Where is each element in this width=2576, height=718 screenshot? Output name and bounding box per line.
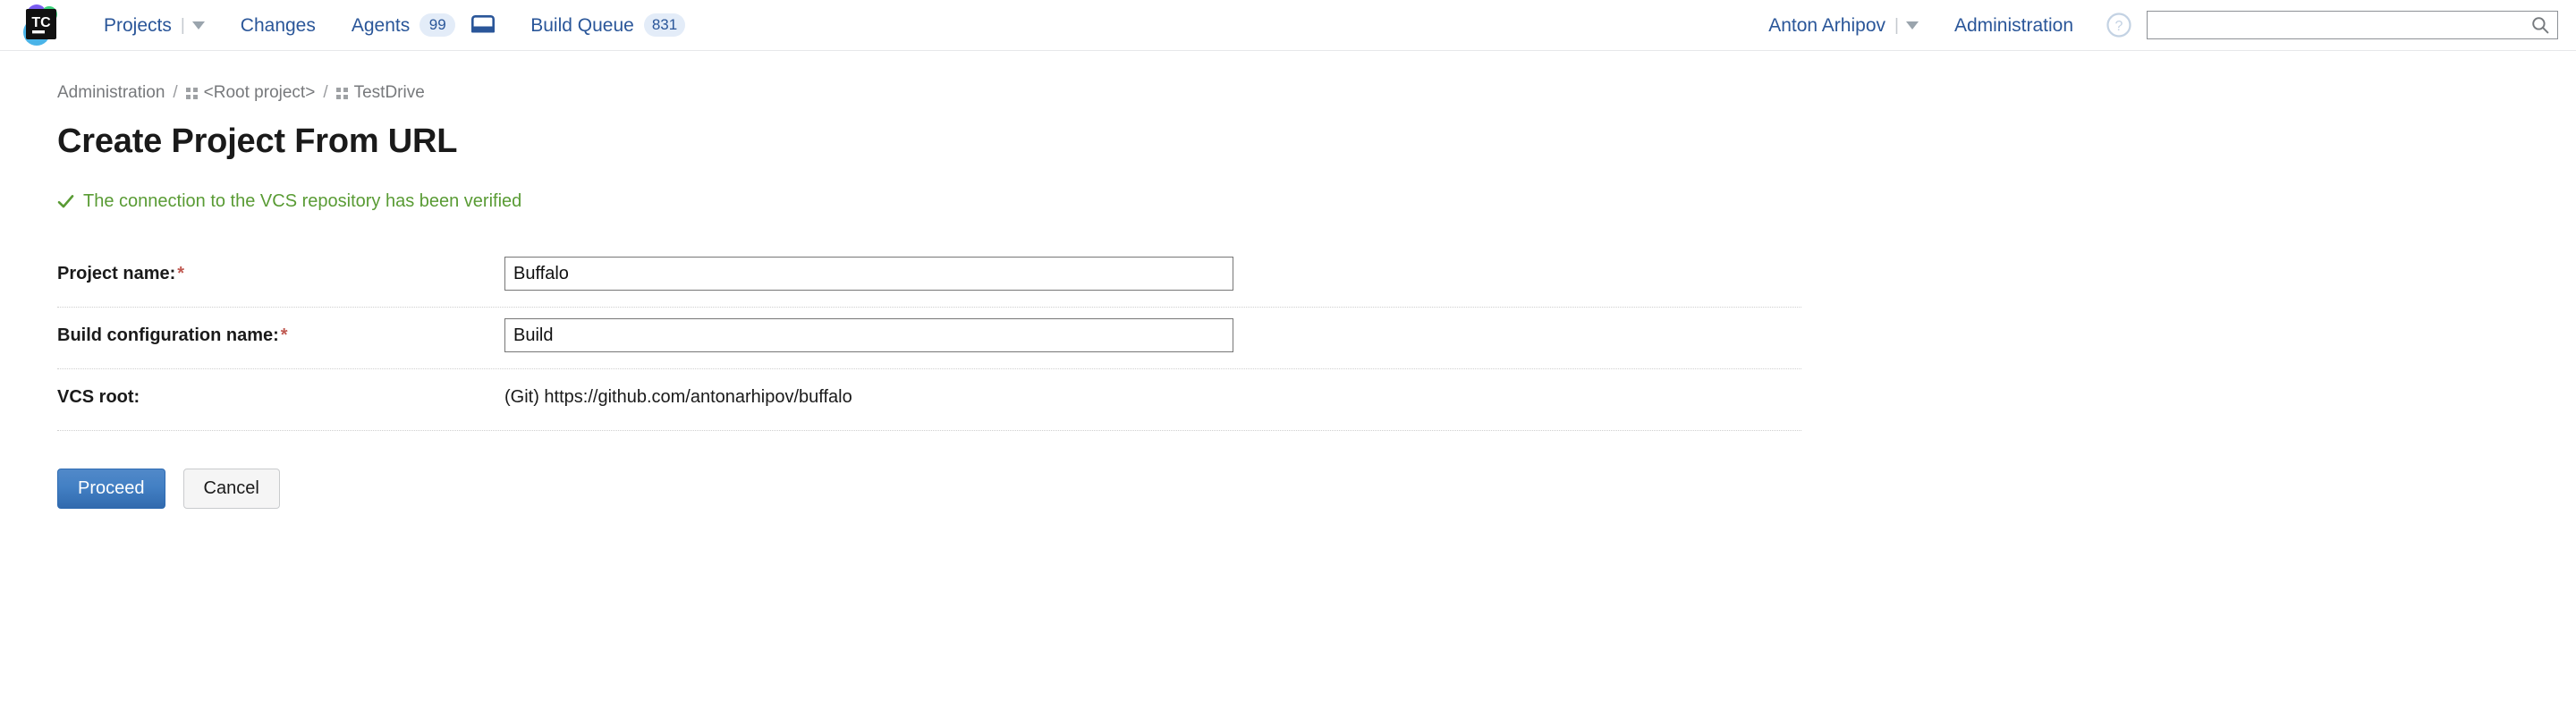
nav-item-changes[interactable]: Changes <box>221 0 335 51</box>
field-project-name <box>504 257 1801 291</box>
help-question-icon[interactable]: ? <box>2106 12 2132 38</box>
page-content: Administration / <Root project> / TestDr… <box>0 51 2576 509</box>
nav-group-user: Anton Arhipov | <box>1752 0 1935 51</box>
project-name-input[interactable] <box>504 257 1233 291</box>
label-build-config-name: Build configuration name: * <box>57 318 504 346</box>
agent-monitor-icon[interactable] <box>471 15 496 35</box>
proceed-button[interactable]: Proceed <box>57 469 165 509</box>
field-build-config-name <box>504 318 1801 352</box>
check-icon <box>57 193 74 210</box>
search-icon[interactable] <box>2531 16 2549 34</box>
required-marker-2: * <box>280 325 288 345</box>
nav-divider: | <box>180 15 185 35</box>
user-menu-name[interactable]: Anton Arhipov <box>1768 0 1885 51</box>
nav-divider-user: | <box>1894 15 1899 35</box>
global-search[interactable] <box>2147 11 2558 39</box>
nav-item-build-queue[interactable]: Build Queue <box>530 0 634 51</box>
build-queue-count-badge[interactable]: 831 <box>643 13 686 37</box>
nav-item-projects[interactable]: Projects <box>104 0 172 51</box>
primary-nav: Projects | Changes Agents 99 Build Queue… <box>88 0 701 51</box>
secondary-nav: Anton Arhipov | Administration ? <box>1752 0 2558 51</box>
status-message-text: The connection to the VCS repository has… <box>83 191 522 211</box>
label-vcs-root: VCS root: <box>57 380 504 408</box>
label-build-config-name-text: Build configuration name: <box>57 325 279 345</box>
search-input[interactable] <box>2148 12 2557 38</box>
breadcrumb-item-testdrive[interactable]: TestDrive <box>335 83 425 103</box>
form-row-build-config-name: Build configuration name: * <box>57 308 1801 369</box>
status-message: The connection to the VCS repository has… <box>57 191 2576 212</box>
breadcrumb-item-administration[interactable]: Administration <box>57 83 165 103</box>
label-project-name-text: Project name: <box>57 264 176 283</box>
build-config-name-input[interactable] <box>504 318 1233 352</box>
app-header: TC Projects | Changes Agents 99 Build Qu… <box>0 0 2576 51</box>
chevron-down-icon-projects[interactable] <box>191 21 205 30</box>
cancel-button[interactable]: Cancel <box>182 469 280 509</box>
required-marker-1: * <box>177 264 185 283</box>
nav-group-build-queue: Build Queue 831 <box>514 0 701 51</box>
create-project-form: Project name:* Build configuration name:… <box>57 246 1801 431</box>
vcs-root-value: (Git) https://github.com/antonarhipov/bu… <box>504 387 852 407</box>
breadcrumb-link-root-project[interactable]: <Root project> <box>204 83 316 103</box>
breadcrumb-separator-2: / <box>323 83 328 102</box>
svg-text:TC: TC <box>31 15 51 30</box>
form-row-vcs-root: VCS root: (Git) https://github.com/anton… <box>57 369 1801 431</box>
nav-group-projects: Projects | <box>88 0 221 51</box>
nav-item-administration[interactable]: Administration <box>1935 0 2093 51</box>
form-actions: Proceed Cancel <box>57 469 2576 509</box>
page-title: Create Project From URL <box>57 122 458 160</box>
label-vcs-root-text: VCS root: <box>57 387 140 407</box>
field-vcs-root: (Git) https://github.com/antonarhipov/bu… <box>504 380 1801 408</box>
agents-count-badge[interactable]: 99 <box>419 13 456 37</box>
breadcrumb: Administration / <Root project> / TestDr… <box>57 83 2576 103</box>
breadcrumb-separator-1: / <box>173 83 178 102</box>
nav-item-agents[interactable]: Agents <box>352 0 410 51</box>
label-project-name: Project name: * <box>57 257 504 284</box>
form-row-project-name: Project name: * <box>57 246 1801 308</box>
breadcrumb-item-root-project[interactable]: <Root project> <box>185 83 316 103</box>
project-grid-icon <box>185 87 198 99</box>
chevron-down-icon-user[interactable] <box>1905 21 1919 30</box>
breadcrumb-link-testdrive[interactable]: TestDrive <box>354 83 425 103</box>
teamcity-logo[interactable]: TC <box>0 3 88 47</box>
nav-group-agents: Agents 99 <box>335 0 514 51</box>
svg-text:?: ? <box>2115 19 2123 34</box>
project-grid-icon-2 <box>335 87 348 99</box>
